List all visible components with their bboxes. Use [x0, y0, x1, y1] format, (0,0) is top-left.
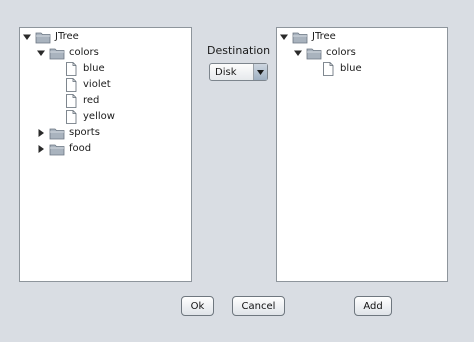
tree-folder-node[interactable]: sports: [36, 125, 100, 141]
tree-node-label: JTree: [55, 31, 79, 42]
destination-combo[interactable]: Disk: [209, 63, 268, 81]
tree-node-label: blue: [340, 63, 362, 74]
tree-leaf-node[interactable]: violet: [50, 77, 111, 93]
tree-node-label: colors: [326, 47, 356, 58]
tree-node-label: JTree: [312, 31, 336, 42]
file-icon: [63, 62, 79, 76]
expanded-arrow-icon[interactable]: [36, 49, 45, 58]
tree-leaf-node[interactable]: red: [50, 93, 99, 109]
collapsed-arrow-icon[interactable]: [36, 129, 45, 138]
tree-node-label: colors: [69, 47, 99, 58]
folder-icon: [49, 142, 65, 156]
expanded-arrow-icon[interactable]: [22, 33, 31, 42]
add-button[interactable]: Add: [354, 296, 392, 316]
file-icon: [63, 78, 79, 92]
tree-folder-node[interactable]: JTree: [279, 29, 336, 45]
folder-icon: [49, 46, 65, 60]
destination-label: Destination: [207, 44, 271, 57]
expanded-arrow-icon[interactable]: [293, 49, 302, 58]
folder-icon: [35, 30, 51, 44]
tree-node-label: sports: [69, 127, 100, 138]
destination-tree[interactable]: JTree colors blue: [276, 27, 448, 282]
tree-node-label: violet: [83, 79, 111, 90]
cancel-button[interactable]: Cancel: [232, 296, 285, 316]
tree-node-label: food: [69, 143, 92, 154]
folder-icon: [292, 30, 308, 44]
tree-leaf-node[interactable]: blue: [307, 61, 362, 77]
tree-folder-node[interactable]: food: [36, 141, 91, 157]
collapsed-arrow-icon[interactable]: [36, 145, 45, 154]
folder-icon: [49, 126, 65, 140]
tree-node-label: blue: [83, 63, 105, 74]
tree-node-label: red: [83, 95, 100, 106]
tree-leaf-node[interactable]: blue: [50, 61, 105, 77]
file-icon: [63, 94, 79, 108]
file-icon: [320, 62, 336, 76]
tree-node-label: yellow: [83, 111, 115, 122]
tree-folder-node[interactable]: colors: [293, 45, 356, 61]
tree-folder-node[interactable]: JTree: [22, 29, 79, 45]
chevron-down-icon[interactable]: [253, 64, 267, 80]
folder-icon: [306, 46, 322, 60]
file-icon: [63, 110, 79, 124]
ok-button[interactable]: Ok: [181, 296, 214, 316]
tree-leaf-node[interactable]: yellow: [50, 109, 115, 125]
expanded-arrow-icon[interactable]: [279, 33, 288, 42]
destination-combo-value: Disk: [215, 66, 237, 78]
tree-folder-node[interactable]: colors: [36, 45, 99, 61]
source-tree[interactable]: JTree colors blue violet red yellow sports food: [19, 27, 192, 282]
